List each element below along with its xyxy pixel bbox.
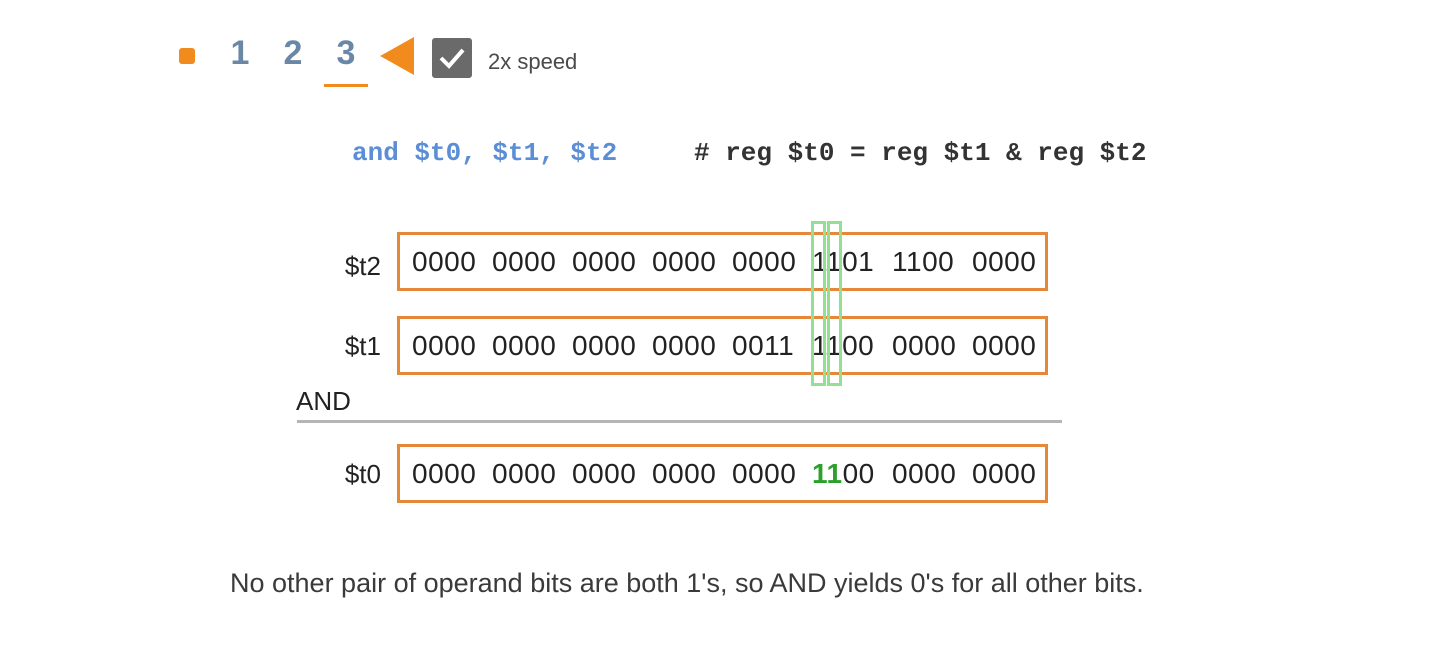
step-1-button[interactable]: 1	[220, 34, 260, 73]
divider	[297, 420, 1062, 423]
nibble: 0000	[572, 329, 637, 361]
nibble: 0000	[492, 329, 557, 361]
speed-checkbox[interactable]	[432, 38, 472, 78]
bit-highlight-column	[811, 221, 826, 386]
register-label-t1: $t1	[344, 331, 381, 361]
instruction-code: and $t0, $t1, $t2	[352, 138, 618, 168]
operation-label: AND	[296, 386, 351, 416]
result-nibble-highlighted: 1100	[812, 458, 875, 490]
nibble: 0000	[972, 329, 1037, 361]
step-3-button[interactable]: 3	[326, 34, 366, 73]
active-step-underline	[324, 84, 368, 87]
nibble: 0000	[732, 457, 797, 489]
triangle-left-icon[interactable]	[380, 37, 414, 75]
register-box-t1: 0000 0000 0000 0000 0011 1100 0000 0000	[397, 316, 1048, 375]
nibble: 1100	[892, 245, 955, 277]
result-remaining-bits: 00	[842, 457, 875, 489]
checkmark-icon	[439, 48, 465, 69]
nibble: 0000	[652, 245, 717, 277]
nibble: 0000	[412, 245, 477, 277]
speed-label: 2x speed	[488, 49, 578, 74]
nibble: 0011	[732, 329, 795, 361]
register-box-t0: 0000 0000 0000 0000 0000 1100 0000 0000	[397, 444, 1048, 503]
nibble: 0000	[892, 329, 957, 361]
nibble: 0000	[412, 457, 477, 489]
result-highlighted-bits: 11	[812, 457, 843, 489]
nibble: 0000	[652, 457, 717, 489]
step-2-button[interactable]: 2	[273, 34, 313, 73]
nibble: 0000	[492, 457, 557, 489]
nibble: 0000	[572, 245, 637, 277]
nibble: 0000	[652, 329, 717, 361]
instruction-comment: # reg $t0 = reg $t1 & reg $t2	[694, 138, 1147, 168]
nibble: 0000	[412, 329, 477, 361]
register-label-t2: $t2	[344, 251, 381, 281]
nibble: 0000	[572, 457, 637, 489]
nibble: 0000	[492, 245, 557, 277]
nibble: 0000	[732, 245, 797, 277]
bit-highlight-column	[827, 221, 842, 386]
register-box-t2: 0000 0000 0000 0000 0000 1101 1100 0000	[397, 232, 1048, 291]
nibble: 0000	[972, 457, 1037, 489]
register-label-t0: $t0	[344, 459, 381, 489]
caption: No other pair of operand bits are both 1…	[230, 568, 1144, 598]
nibble: 0000	[892, 457, 957, 489]
stop-icon[interactable]	[179, 48, 195, 64]
nibble: 0000	[972, 245, 1037, 277]
